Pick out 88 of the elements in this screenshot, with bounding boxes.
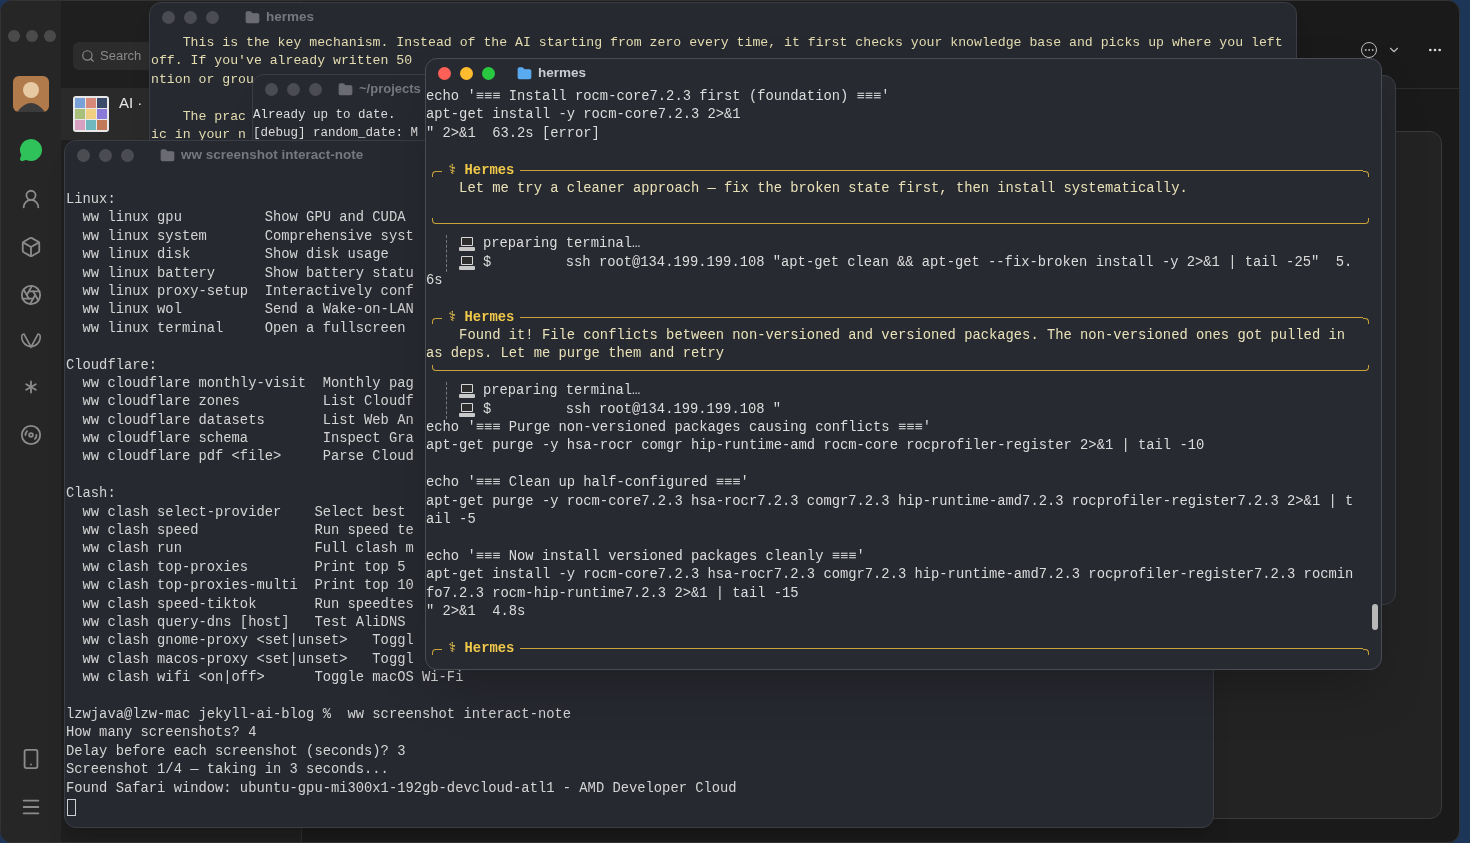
terminal-line: ww cloudflare schema Inspect Gra	[81, 430, 414, 449]
terminal-line: as deps. Let me purge them and retry	[426, 345, 725, 364]
chat-list-item[interactable]: AI ·	[61, 88, 149, 140]
terminal-line: Found Safari window: ubuntu-gpu-mi300x1-192gb-devcloud-atl1 - AMD Developer Cloud	[66, 779, 737, 798]
tool-status: $ ssh root@134.199.199.108 "apt-get clean && apt-get --fix-broken install -y 2>&1 | tail -25" 5.	[483, 253, 1353, 272]
terminal-icon	[459, 236, 475, 253]
terminal-line: Cloudflare:	[66, 356, 158, 375]
window-title: ww screenshot interact-note	[181, 145, 364, 164]
aperture-icon[interactable]	[20, 284, 42, 306]
chat-title: AI ·	[119, 92, 143, 113]
terminal-line: This is the key mechanism. Instead of the AI starting from zero every time, it first checks your knowledge base and picks up where you left	[181, 34, 1283, 52]
terminal-line: ww cloudflare zones List Cloudf	[81, 393, 414, 412]
disc-icon[interactable]	[20, 424, 42, 446]
chat-bubble-icon[interactable]	[19, 138, 43, 162]
folder-icon	[245, 9, 260, 25]
terminal-line: Let me try a cleaner approach — fix the broken state first, then install systematically.	[458, 179, 1188, 198]
terminal-line: " 2>&1 63.2s [error]	[426, 124, 600, 143]
group-avatar-icon	[73, 96, 109, 132]
agent-label: ⚕ Hermes	[447, 639, 516, 658]
terminal-line: echo '≡≡≡ Clean up half-configured ≡≡≡'	[426, 474, 749, 493]
zoom-button[interactable]	[482, 66, 495, 80]
terminal-line: Found it! File conflicts between non-versioned and versioned packages. The non-versioned ones got pulled in	[458, 327, 1346, 346]
terminal-line: ww clash wifi <on|off> Toggle macOS Wi-Fi	[81, 669, 464, 688]
terminal-line: ic in your n	[151, 125, 246, 144]
tool-status: preparing terminal…	[483, 235, 641, 254]
terminal-line: lzwjava@lzw-mac jekyll-ai-blog % ww screenshot interact-note	[66, 705, 572, 724]
terminal-line: 6s	[426, 271, 443, 290]
terminal-line: apt-get purge -y hsa-rocr comgr hip-runtime-amd rocm-core rocprofiler-register 2>&1 | tail -10	[426, 437, 1205, 456]
folder-icon	[160, 147, 175, 163]
terminal-line: ww cloudflare pdf <file> Parse Cloud	[81, 448, 414, 467]
terminal-line: ww clash top-proxies-multi Print top 10	[81, 577, 414, 596]
terminal-line: echo '≡≡≡ Purge non-versioned packages causing conflicts ≡≡≡'	[426, 419, 932, 438]
window-title: hermes	[266, 7, 315, 26]
terminal-line: ww cloudflare datasets List Web An	[81, 411, 414, 430]
terminal-line: ww clash speed-tiktok Run speedtes	[81, 595, 414, 614]
terminal-line: ww clash speed Run speed te	[81, 522, 414, 541]
terminal-line: ww clash query-dns [host] Test AliDNS	[81, 614, 406, 632]
terminal-icon	[459, 254, 475, 271]
folder-icon	[338, 81, 353, 97]
terminal-icon	[459, 401, 475, 418]
terminal-line: ww clash run Full clash m	[81, 540, 414, 559]
terminal-line: ww linux proxy-setup Interactively conf	[81, 282, 414, 301]
cube-icon[interactable]	[20, 236, 42, 258]
terminal-line: The prac	[181, 107, 246, 126]
window-title: hermes	[538, 63, 587, 82]
agent-label: ⚕ Hermes	[447, 161, 516, 180]
terminal-line: Screenshot 1/4 — taking in 3 seconds...	[66, 761, 389, 780]
terminal-line: ww cloudflare monthly-visit Monthly pag	[81, 374, 414, 393]
terminal-line: ww clash top-proxies Print top 5	[81, 558, 406, 577]
terminal-line: ww clash macos-proxy <set|unset> Toggl	[81, 650, 414, 669]
terminal-line: ww clash gnome-proxy <set|unset> Toggl	[81, 632, 414, 651]
terminal-line: ww linux battery Show battery statu	[81, 264, 414, 283]
terminal-line: off. If you've already written 50	[151, 52, 413, 71]
scrollbar[interactable]	[1372, 604, 1378, 630]
terminal-line: ail -5	[426, 511, 476, 529]
close-button[interactable]	[438, 66, 451, 80]
terminal-line: ww linux terminal Open a fullscreen	[81, 319, 406, 338]
terminal-line: ww linux disk Show disk usage	[81, 246, 389, 265]
terminal-line: apt-get install -y rocm-core7.2.3 hsa-rocr7.2.3 comgr7.2.3 hip-runtime-amd7.2.3 rocprofiler-register7.2.3 rocmin	[426, 566, 1354, 585]
terminal-line: Clash:	[66, 485, 116, 504]
terminal-line: ww linux gpu Show GPU and CUDA	[81, 209, 406, 228]
folder-icon	[517, 65, 532, 81]
terminal-line: Already up to date.	[253, 107, 396, 124]
terminal-line: ntion or grou	[151, 70, 254, 89]
terminal-line: Delay before each screenshot (seconds)? 3	[66, 742, 406, 761]
agent-label: ⚕ Hermes	[447, 308, 516, 327]
terminal-icon	[459, 383, 475, 400]
terminal-line: echo '≡≡≡ Install rocm-core7.2.3 first (foundation) ≡≡≡'	[426, 88, 890, 106]
search-icon	[81, 49, 95, 63]
terminal-line: echo '≡≡≡ Now install versioned packages cleanly ≡≡≡'	[426, 547, 865, 566]
terminal-line: ww linux system Comprehensive syst	[81, 227, 414, 246]
search-input[interactable]: Search	[100, 46, 146, 66]
terminal-line: apt-get purge -y rocm-core7.2.3 hsa-rocr7.2.3 comgr7.2.3 hip-runtime-amd7.2.3 rocprofiler-register7.2.3 2>&1 | t	[426, 492, 1354, 511]
terminal-line: ww clash select-provider Select best	[81, 503, 406, 522]
terminal-line: " 2>&1 4.8s	[426, 602, 526, 621]
terminal-line: Linux:	[66, 191, 116, 209]
minimize-button[interactable]	[460, 66, 473, 80]
search-field[interactable]: Search	[73, 42, 149, 70]
avatar[interactable]	[13, 76, 49, 112]
terminal-line: How many screenshots? 4	[66, 724, 257, 743]
terminal-line: fo7.2.3 rocm-hip-runtime7.2.3 2>&1 | tail -15	[426, 584, 799, 603]
tool-status: $ ssh root@134.199.199.108 "	[483, 400, 782, 419]
window-title: ~/projects	[359, 80, 421, 99]
terminal-line: apt-get install -y rocm-core7.2.3 2>&1	[426, 106, 741, 125]
terminal-line: ww linux wol Send a Wake-on-LAN	[81, 301, 414, 320]
contacts-icon[interactable]	[20, 188, 42, 210]
tool-status: preparing terminal…	[483, 382, 641, 401]
terminal-line: [debug] random_date: M	[253, 125, 419, 143]
